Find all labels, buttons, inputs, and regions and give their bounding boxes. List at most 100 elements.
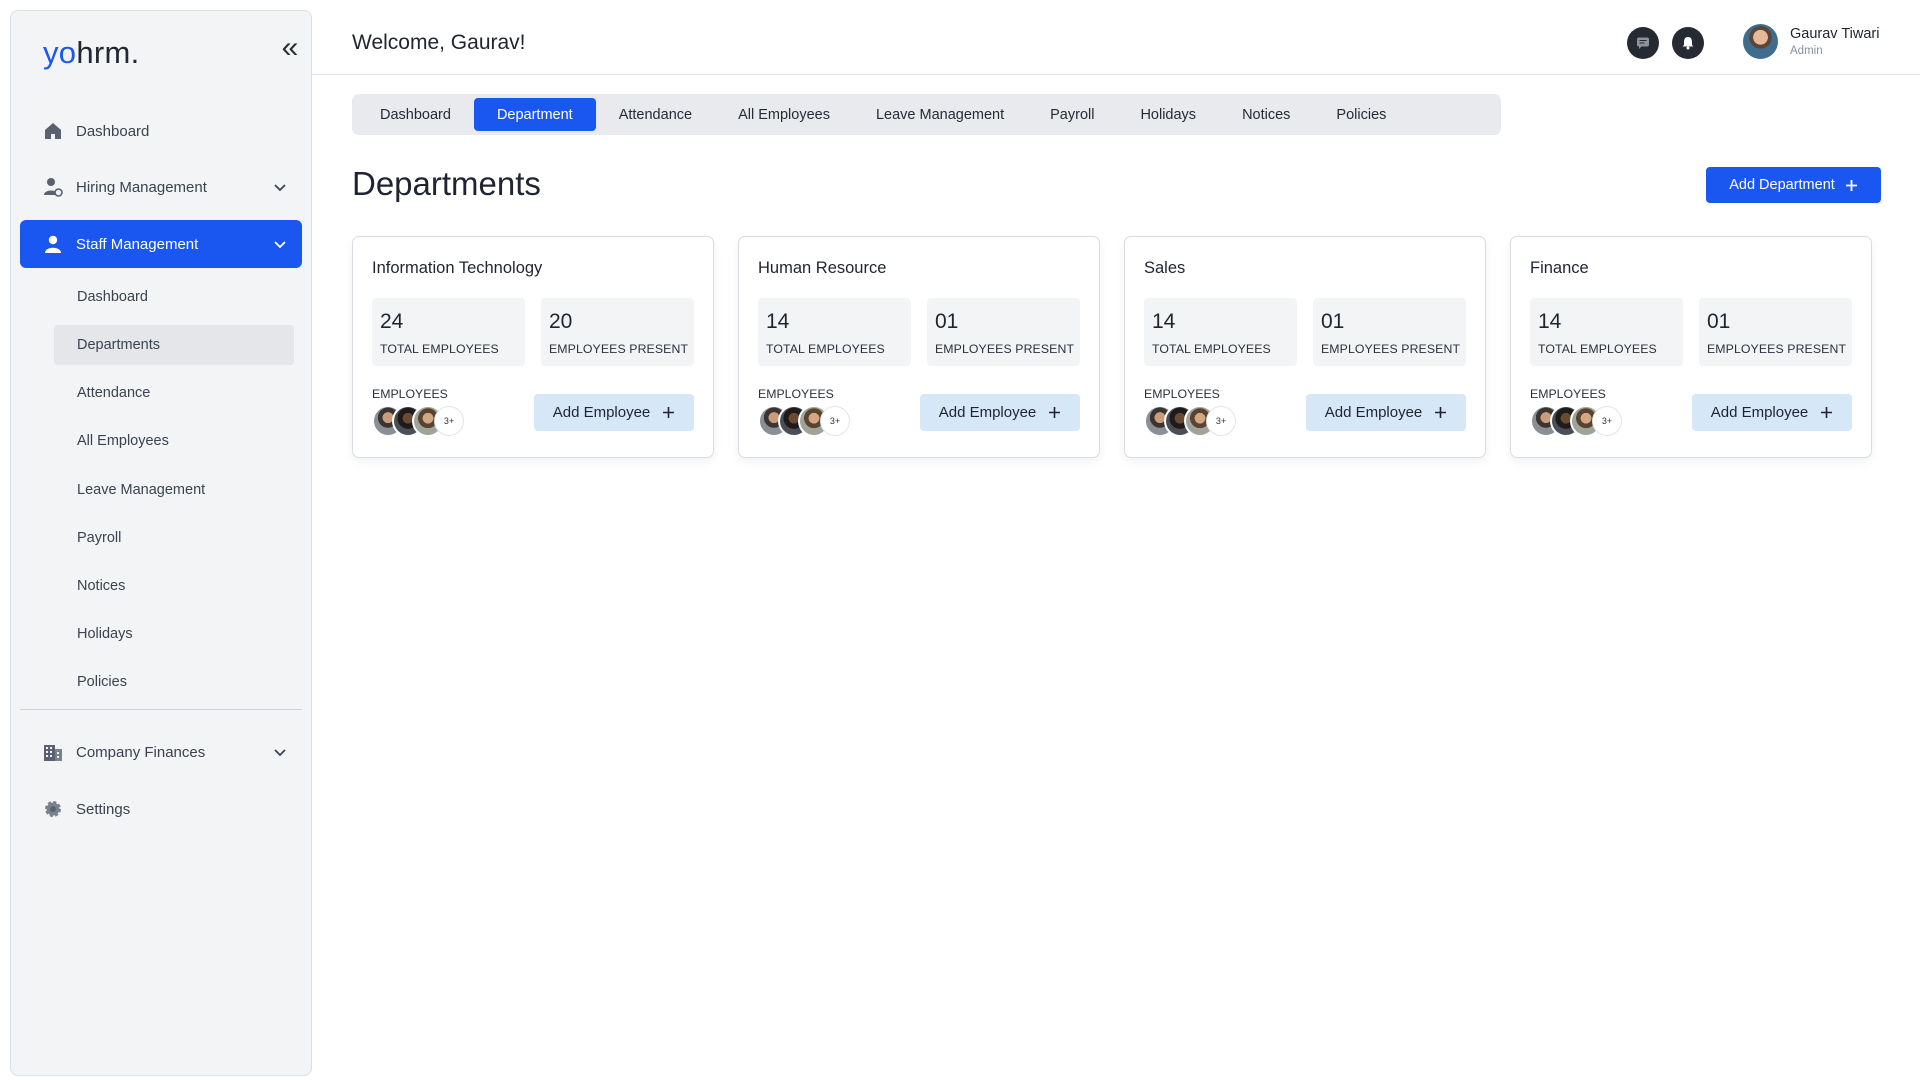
sidebar-sub-notices[interactable]: Notices (54, 566, 294, 606)
add-employee-label: Add Employee (1710, 404, 1809, 421)
more-avatars-badge[interactable]: 3+ (820, 406, 850, 436)
employees-present-stat: 01 EMPLOYEES PRESENT (1699, 298, 1852, 366)
employees-label: EMPLOYEES (1530, 387, 1606, 401)
chevron-down-icon (274, 749, 286, 757)
employee-avatars[interactable]: 3+ (1144, 405, 1244, 437)
tab-policies[interactable]: Policies (1313, 98, 1409, 131)
sidebar-item-dashboard[interactable]: Dashboard (20, 107, 302, 155)
building-icon (42, 741, 64, 763)
logo[interactable]: yohrm. (43, 35, 140, 71)
tab-notices[interactable]: Notices (1219, 98, 1313, 131)
employee-avatars[interactable]: 3+ (372, 405, 472, 437)
tab-attendance[interactable]: Attendance (596, 98, 715, 131)
sidebar-item-label: Settings (76, 800, 131, 818)
more-avatars-badge[interactable]: 3+ (1206, 406, 1236, 436)
add-department-label: Add Department (1729, 177, 1835, 193)
plus-icon (1049, 407, 1061, 418)
add-employee-button[interactable]: Add Employee (920, 394, 1080, 431)
total-employees-stat: 14 TOTAL EMPLOYEES (1144, 298, 1297, 366)
add-employee-button[interactable]: Add Employee (534, 394, 694, 431)
add-employee-label: Add Employee (552, 404, 651, 421)
messages-icon[interactable] (1627, 27, 1659, 59)
plus-icon (1821, 407, 1833, 418)
plus-icon (663, 407, 675, 418)
sidebar-sub-leave-management[interactable]: Leave Management (54, 470, 294, 510)
welcome-text: Welcome, Gaurav! (352, 31, 526, 54)
department-card: Finance 14 TOTAL EMPLOYEES 01 EMPLOYEES … (1510, 236, 1872, 458)
stat-value: 14 (1538, 310, 1562, 333)
tab-dashboard[interactable]: Dashboard (357, 98, 474, 131)
employees-label: EMPLOYEES (758, 387, 834, 401)
chevron-down-icon (274, 241, 286, 249)
sidebar-sub-attendance[interactable]: Attendance (54, 373, 294, 413)
home-icon (42, 120, 64, 142)
tab-payroll[interactable]: Payroll (1027, 98, 1117, 131)
stat-value: 20 (549, 310, 573, 333)
notification-bell-icon[interactable] (1672, 27, 1704, 59)
stat-value: 01 (1707, 310, 1731, 333)
stat-label: TOTAL EMPLOYEES (1152, 342, 1271, 356)
tab-leave-management[interactable]: Leave Management (853, 98, 1027, 131)
stat-value: 14 (1152, 310, 1176, 333)
sidebar-sub-holidays[interactable]: Holidays (54, 614, 294, 654)
user-name: Gaurav Tiwari (1790, 26, 1880, 42)
employees-label: EMPLOYEES (372, 387, 448, 401)
stat-value: 01 (1321, 310, 1345, 333)
employees-present-stat: 20 EMPLOYEES PRESENT (541, 298, 694, 366)
sidebar-item-label: Hiring Management (76, 178, 207, 196)
stat-label: TOTAL EMPLOYEES (766, 342, 885, 356)
stat-label: TOTAL EMPLOYEES (380, 342, 499, 356)
add-department-button[interactable]: Add Department (1706, 167, 1881, 203)
stat-value: 01 (935, 310, 959, 333)
avatar[interactable] (1743, 24, 1778, 59)
stat-value: 24 (380, 310, 404, 333)
employees-present-stat: 01 EMPLOYEES PRESENT (927, 298, 1080, 366)
add-employee-button[interactable]: Add Employee (1692, 394, 1852, 431)
user-gear-icon (42, 176, 64, 198)
sidebar-sub-departments[interactable]: Departments (54, 325, 294, 365)
stat-label: EMPLOYEES PRESENT (549, 342, 689, 356)
sidebar-sub-payroll[interactable]: Payroll (54, 518, 294, 558)
employees-label: EMPLOYEES (1144, 387, 1220, 401)
stat-label: TOTAL EMPLOYEES (1538, 342, 1657, 356)
more-avatars-badge[interactable]: 3+ (1592, 406, 1622, 436)
employees-present-stat: 01 EMPLOYEES PRESENT (1313, 298, 1466, 366)
employee-avatars[interactable]: 3+ (1530, 405, 1630, 437)
gear-icon (42, 798, 64, 820)
stat-value: 14 (766, 310, 790, 333)
department-card: Information Technology 24 TOTAL EMPLOYEE… (352, 236, 714, 458)
user-role: Admin (1790, 45, 1823, 57)
sidebar-sub-dashboard[interactable]: Dashboard (54, 277, 294, 317)
sidebar-item-label: Staff Management (76, 235, 199, 253)
add-employee-button[interactable]: Add Employee (1306, 394, 1466, 431)
total-employees-stat: 14 TOTAL EMPLOYEES (1530, 298, 1683, 366)
department-name: Sales (1144, 259, 1186, 277)
plus-icon (1435, 407, 1447, 418)
sidebar-item-company-finances[interactable]: Company Finances (20, 728, 302, 776)
page-title: Departments (352, 165, 541, 202)
top-bar: Welcome, Gaurav! Gaurav Tiwari Admin (312, 0, 1920, 75)
sidebar-item-hiring-management[interactable]: Hiring Management (20, 163, 302, 211)
sidebar-item-settings[interactable]: Settings (20, 785, 302, 833)
employee-avatars[interactable]: 3+ (758, 405, 858, 437)
stat-label: EMPLOYEES PRESENT (935, 342, 1075, 356)
sidebar-sub-all-employees[interactable]: All Employees (54, 421, 294, 461)
tab-department[interactable]: Department (473, 98, 596, 131)
sidebar-item-staff-management[interactable]: Staff Management (20, 220, 302, 268)
sidebar-sub-policies[interactable]: Policies (54, 662, 294, 702)
plus-icon (1845, 179, 1857, 191)
sidebar-divider (20, 709, 302, 710)
tab-all-employees[interactable]: All Employees (715, 98, 853, 131)
stat-label: EMPLOYEES PRESENT (1707, 342, 1847, 356)
tab-holidays[interactable]: Holidays (1117, 98, 1219, 131)
total-employees-stat: 14 TOTAL EMPLOYEES (758, 298, 911, 366)
add-employee-label: Add Employee (938, 404, 1037, 421)
sidebar-item-label: Company Finances (76, 743, 206, 761)
more-avatars-badge[interactable]: 3+ (434, 406, 464, 436)
stat-label: EMPLOYEES PRESENT (1321, 342, 1461, 356)
department-name: Finance (1530, 259, 1589, 277)
department-name: Human Resource (758, 259, 887, 277)
section-tabs: Dashboard Department Attendance All Empl… (352, 94, 1501, 135)
department-card: Human Resource 14 TOTAL EMPLOYEES 01 EMP… (738, 236, 1100, 458)
collapse-sidebar-icon[interactable]: « (277, 33, 303, 63)
